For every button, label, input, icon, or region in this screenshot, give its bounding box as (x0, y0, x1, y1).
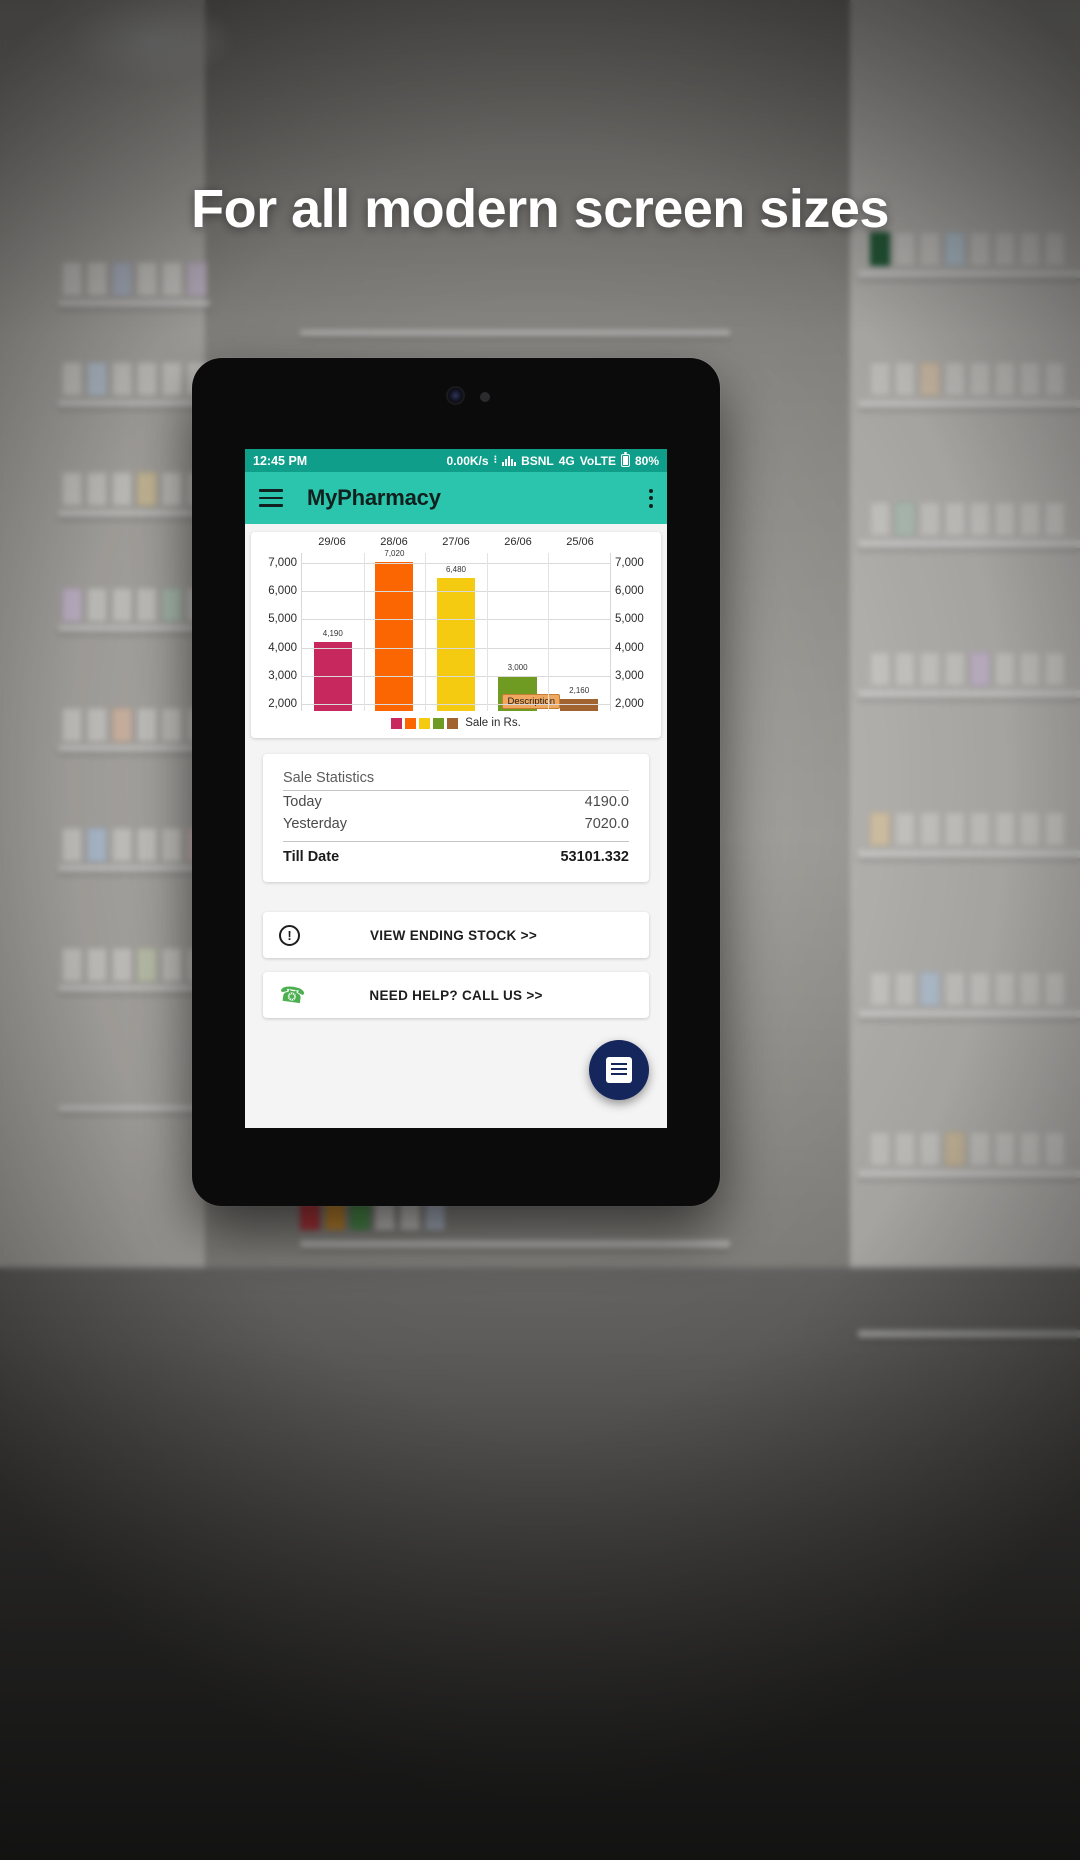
new-bill-fab[interactable] (589, 1040, 649, 1100)
status-battery-percent: 80% (634, 453, 659, 468)
chart-y-tick: 7,000 (615, 556, 644, 569)
chart-y-tick: 2,000 (615, 697, 644, 710)
chart-x-tick: 29/06 (318, 536, 346, 548)
chart-y-tick: 4,000 (615, 641, 644, 654)
status-network-speed: 0.00K/s (446, 453, 489, 468)
promo-headline: For all modern screen sizes (191, 179, 889, 239)
sales-bar-chart-card: 29/06 28/06 27/06 26/06 25/06 2,000 3,000 4,00… (251, 532, 661, 738)
chart-y-tick: 7,000 (268, 556, 297, 569)
chart-bar-value-label: 2,160 (569, 686, 590, 696)
call-us-button[interactable]: ☎ NEED HELP? CALL US >> (263, 972, 649, 1018)
stat-value: 53101.332 (560, 849, 629, 865)
view-ending-stock-label: VIEW ENDING STOCK >> (369, 927, 538, 943)
chart-y-axis-right: 2,000 3,000 4,000 5,000 6,000 7,000 (611, 553, 657, 711)
status-bar: 12:45 PM 0.00K/s ⁝ BSNL 4G VoLTE 80% (245, 449, 667, 472)
kebab-menu-icon[interactable] (649, 488, 653, 508)
chart-legend-swatch (433, 717, 445, 729)
chart-bar-column[interactable]: 3,000 (487, 553, 549, 711)
chart-bar-value-label: 6,480 (445, 564, 466, 574)
chart-y-tick: 5,000 (615, 613, 644, 626)
chart-legend-swatch (447, 717, 459, 729)
call-us-label: NEED HELP? CALL US >> (369, 987, 543, 1003)
main-content: 29/06 28/06 27/06 26/06 25/06 2,000 3,000 4,00… (245, 524, 667, 1128)
chart-bar[interactable]: 6,480 (436, 565, 476, 711)
chart-legend-swatch (405, 717, 417, 729)
phone-call-icon: ☎ (277, 981, 307, 1009)
chart-x-tick-labels: 29/06 28/06 27/06 26/06 25/06 (301, 536, 611, 553)
hamburger-menu-icon[interactable] (259, 489, 283, 507)
receipt-icon (606, 1057, 632, 1083)
chart-legend-swatches (391, 717, 459, 729)
chart-plot-area: 4,190 7,020 6,480 3,000 2,160 Description (301, 549, 611, 711)
chart-y-tick: 4,000 (268, 641, 297, 654)
app-bar: MyPharmacy (245, 472, 667, 524)
chart-bar-value-label: 7,020 (384, 549, 405, 559)
stat-value: 4190.0 (584, 794, 629, 810)
chart-gridline (302, 619, 610, 621)
chart-bar[interactable]: 2,160 (560, 686, 599, 711)
chart-y-tick: 5,000 (268, 613, 297, 626)
stat-row-yesterday: Yesterday 7020.0 (283, 813, 629, 835)
chart-bar-value-label: 4,190 (322, 629, 343, 639)
chart-bar-column[interactable]: 4,190 (302, 553, 364, 711)
chart-vertical-gridline (425, 553, 427, 711)
device-screen: 12:45 PM 0.00K/s ⁝ BSNL 4G VoLTE 80% MyP… (245, 449, 667, 1128)
status-time: 12:45 PM (253, 453, 308, 468)
status-network-type: 4G (558, 453, 575, 468)
chart-bars: 4,190 7,020 6,480 3,000 2,160 (302, 549, 610, 711)
chart-y-tick: 2,000 (268, 697, 297, 710)
chart-legend-swatch (419, 717, 431, 729)
camera-lens-icon (448, 388, 463, 403)
chart-bar-column[interactable]: 6,480 (425, 553, 487, 711)
stat-row-today: Today 4190.0 (283, 791, 629, 813)
chart-y-tick: 6,000 (268, 585, 297, 598)
battery-icon (620, 452, 630, 467)
sale-statistics-title: Sale Statistics (283, 770, 629, 791)
chart-gridline (302, 562, 610, 564)
chart-legend-swatch (391, 717, 403, 729)
chart-y-axis-left: 2,000 3,000 4,000 5,000 6,000 7,000 (255, 553, 301, 711)
stat-value: 7020.0 (584, 816, 629, 832)
chart-x-tick: 26/06 (504, 536, 532, 548)
status-carrier: BSNL (521, 453, 554, 468)
chart-y-tick: 3,000 (268, 669, 297, 682)
tablet-device-frame: 12:45 PM 0.00K/s ⁝ BSNL 4G VoLTE 80% MyP… (192, 358, 720, 1206)
stat-label: Till Date (283, 849, 340, 865)
chart-description-badge[interactable]: Description (502, 694, 560, 709)
chart-gridline (302, 703, 610, 705)
proximity-sensor-icon (480, 392, 490, 402)
status-volte: VoLTE (579, 453, 616, 468)
chart-legend-label: Sale in Rs. (465, 717, 521, 729)
chart-vertical-gridline (486, 553, 488, 711)
chart-y-tick: 6,000 (615, 585, 644, 598)
chart-x-tick: 27/06 (442, 536, 470, 548)
stat-label: Yesterday (283, 816, 347, 832)
chart-gridline (302, 591, 610, 593)
chart-legend: Sale in Rs. (255, 717, 657, 729)
chart-vertical-gridline (548, 553, 550, 711)
chart-vertical-gridline (363, 553, 365, 711)
chart-x-tick: 25/06 (566, 536, 594, 548)
chart-gridline (302, 647, 610, 649)
chart-bar-column[interactable]: 2,160 (548, 553, 610, 711)
stat-row-till-date: Till Date 53101.332 (283, 842, 629, 868)
signal-bars-icon (502, 455, 517, 466)
alert-circle-icon: ! (279, 924, 300, 946)
chart-y-tick: 3,000 (615, 669, 644, 682)
sale-statistics-card: Sale Statistics Today 4190.0 Yesterday 7… (263, 754, 649, 882)
chart-gridline (302, 675, 610, 677)
chart-bar-column[interactable]: 7,020 (364, 549, 426, 711)
page-title: MyPharmacy (307, 485, 441, 510)
chart-bar[interactable]: 7,020 (375, 549, 414, 711)
chart-bar-value-label: 3,000 (507, 662, 528, 672)
status-vibrate-icon: ⁝ (493, 454, 498, 466)
stat-label: Today (283, 794, 322, 810)
view-ending-stock-button[interactable]: ! VIEW ENDING STOCK >> (263, 912, 649, 958)
